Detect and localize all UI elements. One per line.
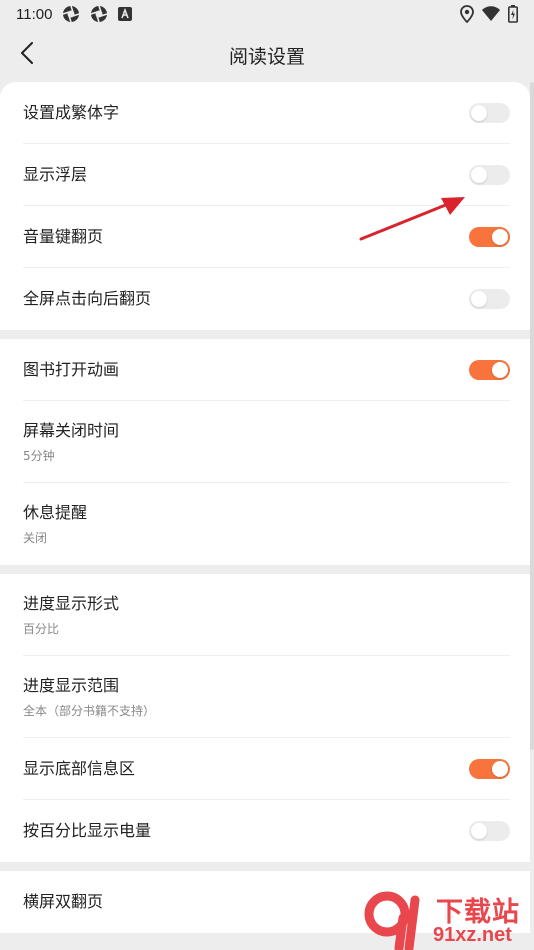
chevron-left-icon xyxy=(20,42,34,68)
toggle-knob xyxy=(471,291,487,307)
aperture-icon xyxy=(62,5,80,23)
setting-title: 全屏点击向后翻页 xyxy=(23,289,152,308)
status-bar: 11:00 xyxy=(0,0,534,28)
setting-traditional-chinese[interactable]: 设置成繁体字 xyxy=(23,82,510,144)
setting-title: 设置成繁体字 xyxy=(23,102,120,122)
setting-title: 休息提醒 xyxy=(23,503,88,522)
fullscreen-tap-next-page-toggle[interactable] xyxy=(469,289,510,309)
traditional-chinese-toggle[interactable] xyxy=(469,102,510,123)
show-overlay-toggle[interactable] xyxy=(469,164,510,185)
setting-title: 进度显示范围 xyxy=(23,675,120,695)
setting-battery-percent[interactable]: 按百分比显示电量 xyxy=(23,800,510,862)
battery-percent-toggle[interactable] xyxy=(469,821,510,841)
setting-title: 按百分比显示电量 xyxy=(23,821,152,840)
setting-rest-reminder[interactable]: 休息提醒 关闭 xyxy=(23,483,510,565)
setting-value: 全本（部分书籍不支持） xyxy=(23,703,156,718)
page-title: 阅读设置 xyxy=(228,45,305,68)
setting-progress-display-range[interactable]: 进度显示范围 全本（部分书籍不支持） xyxy=(23,656,510,738)
toggle-knob xyxy=(492,760,508,777)
setting-fullscreen-tap-next-page[interactable]: 全屏点击向后翻页 xyxy=(23,268,510,330)
toggle-knob xyxy=(471,104,487,121)
setting-title: 横屏双翻页 xyxy=(23,892,104,911)
toggle-knob xyxy=(492,228,508,245)
setting-show-bottom-info[interactable]: 显示底部信息区 xyxy=(23,738,510,800)
setting-value: 关闭 xyxy=(23,531,48,545)
setting-book-open-animation[interactable]: 图书打开动画 xyxy=(23,339,510,401)
settings-group-3: 进度显示形式 百分比 进度显示范围 全本（部分书籍不支持） 显示底部信息区 按百… xyxy=(0,574,530,862)
wifi-icon xyxy=(482,6,500,22)
font-a-icon xyxy=(118,7,133,21)
status-left: 11:00 xyxy=(16,5,133,23)
toggle-knob xyxy=(492,361,508,378)
settings-group-2: 图书打开动画 屏幕关闭时间 5分钟 休息提醒 关闭 xyxy=(0,339,530,565)
setting-value: 百分比 xyxy=(23,621,60,636)
watermark-url: 91xz.net xyxy=(433,924,512,946)
aperture-icon xyxy=(90,5,108,23)
battery-icon xyxy=(508,5,518,23)
setting-title: 音量键翻页 xyxy=(23,226,104,246)
status-right xyxy=(460,5,518,23)
watermark-91-icon xyxy=(364,891,420,950)
watermark-logo: 下载站 91xz.net xyxy=(363,890,533,950)
setting-value: 5分钟 xyxy=(23,448,55,463)
scrollbar-thumb[interactable] xyxy=(530,82,534,750)
toggle-knob xyxy=(471,166,487,183)
app-header: 阅读设置 xyxy=(0,28,534,82)
back-button[interactable] xyxy=(10,38,44,72)
setting-title: 屏幕关闭时间 xyxy=(23,420,120,440)
location-icon xyxy=(460,5,474,23)
show-bottom-info-toggle[interactable] xyxy=(469,758,510,779)
annotation-arrow-icon xyxy=(359,197,465,241)
toggle-knob xyxy=(471,823,487,839)
setting-screen-off-time[interactable]: 屏幕关闭时间 5分钟 xyxy=(23,401,510,483)
volume-key-page-turn-toggle[interactable] xyxy=(469,226,510,247)
setting-title: 显示浮层 xyxy=(23,164,88,184)
book-open-animation-toggle[interactable] xyxy=(469,359,510,380)
setting-title: 显示底部信息区 xyxy=(23,758,136,778)
setting-title: 进度显示形式 xyxy=(23,593,120,613)
status-time: 11:00 xyxy=(16,5,53,23)
setting-progress-display-format[interactable]: 进度显示形式 百分比 xyxy=(23,574,510,656)
setting-title: 图书打开动画 xyxy=(23,359,120,379)
